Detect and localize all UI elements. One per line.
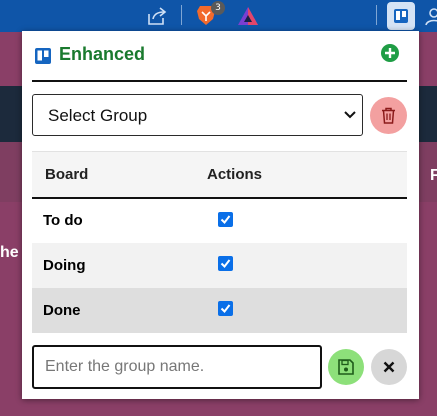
board-name: To do [43, 212, 83, 229]
add-group-button[interactable] [381, 44, 399, 62]
board-name: Done [43, 301, 81, 319]
share-icon[interactable] [146, 5, 168, 27]
column-header-actions: Actions [207, 165, 263, 183]
popup-title: Enhanced [59, 44, 146, 64]
trello-extension-icon [394, 9, 408, 23]
checkmark-icon [220, 214, 231, 224]
header-divider [32, 80, 407, 82]
table-row: To do [32, 197, 407, 243]
column-header-board: Board [45, 165, 89, 183]
trello-logo-icon [35, 48, 51, 64]
background-page-text: F [430, 167, 437, 184]
board-checkbox[interactable] [218, 211, 233, 227]
brave-rewards-icon[interactable] [237, 6, 259, 26]
background-page-text: he [0, 244, 19, 261]
cancel-button[interactable] [371, 349, 407, 385]
board-actions-cell [207, 198, 407, 243]
board-actions-cell [207, 243, 407, 288]
save-group-button[interactable] [328, 349, 364, 385]
plus-icon [385, 48, 395, 58]
browser-toolbar: 3 [0, 0, 437, 32]
board-checkbox[interactable] [218, 256, 233, 272]
trash-icon [382, 107, 395, 124]
table-row: Done [32, 287, 407, 333]
board-checkbox[interactable] [218, 301, 233, 317]
checkmark-icon [220, 259, 231, 269]
board-name: Doing [43, 256, 86, 274]
group-name-input[interactable] [32, 345, 322, 389]
toolbar-divider [376, 5, 377, 25]
save-icon [338, 359, 354, 375]
table-header-row: Board Actions [32, 151, 407, 198]
table-row: Doing [32, 242, 407, 288]
trello-extension-button[interactable] [387, 2, 415, 30]
toolbar-divider [181, 5, 182, 25]
close-icon [383, 361, 395, 373]
group-select[interactable]: Select Group [32, 94, 363, 136]
board-actions-cell [207, 288, 407, 333]
checkmark-icon [220, 304, 231, 314]
profile-icon[interactable] [424, 6, 437, 26]
delete-group-button[interactable] [370, 97, 407, 134]
board-table: Board Actions To do Doing Done [32, 151, 407, 333]
extension-popup: Enhanced Select Group Board Actions To d… [22, 31, 419, 399]
popup-header: Enhanced [22, 31, 419, 81]
extension-badge-count: 3 [211, 1, 225, 15]
